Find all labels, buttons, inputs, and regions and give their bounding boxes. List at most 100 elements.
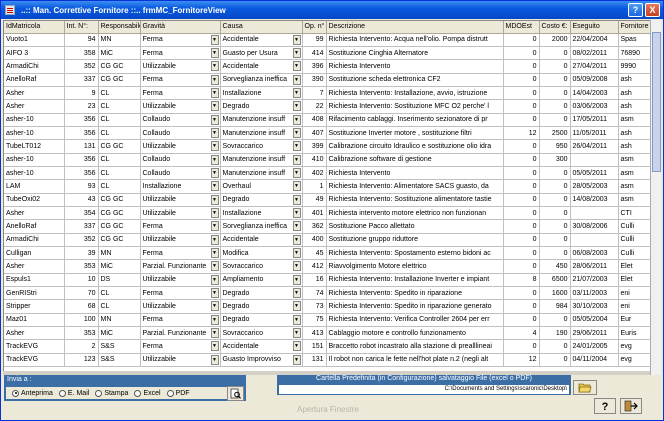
table-row[interactable]: ArmadiChi 352 CG GC Utilizzabile ▼ Accidental… xyxy=(4,59,652,74)
table-cell[interactable]: 0 xyxy=(503,233,540,248)
table-cell[interactable]: 337 xyxy=(64,219,99,234)
dropdown-arrow-icon[interactable]: ▼ xyxy=(210,261,219,272)
table-cell[interactable]: 0 xyxy=(503,299,540,314)
table-cell[interactable]: Calibrazione software di gestione xyxy=(326,153,504,167)
table-cell[interactable]: 1600 xyxy=(539,286,571,301)
table-cell[interactable]: Sostituzione gruppo riduttore xyxy=(326,233,504,248)
table-cell[interactable]: Richiesta Intervento: Sostituzione alime… xyxy=(326,193,504,207)
dropdown-arrow-icon[interactable]: ▼ xyxy=(292,207,301,218)
table-cell[interactable]: asm xyxy=(618,113,652,127)
dropdown-arrow-icon[interactable]: ▼ xyxy=(292,301,301,312)
dropdown-arrow-icon[interactable]: ▼ xyxy=(292,288,301,299)
table-cell[interactable]: 352 xyxy=(64,59,99,74)
table-cell[interactable]: Vuoto1 xyxy=(4,33,65,47)
table-cell[interactable]: Espuls1 xyxy=(4,273,65,288)
table-row[interactable]: TubeLT012 131 CG GC Utilizzabile ▼ Sovraccari… xyxy=(4,139,652,154)
table-cell[interactable]: Rifacimento cablaggi. Inserimento sezion… xyxy=(326,113,504,127)
table-cell[interactable]: 0 xyxy=(503,259,540,274)
radio-icon[interactable] xyxy=(134,389,142,397)
table-cell[interactable]: 0 xyxy=(503,206,540,221)
table-row[interactable]: asher-10 356 CL Collaudo ▼ Manutenzione insuf… xyxy=(4,153,652,167)
table-cell[interactable]: asm xyxy=(618,193,652,207)
table-cell[interactable]: Culli xyxy=(618,246,652,261)
table-cell[interactable]: 0 xyxy=(503,286,540,301)
dropdown-arrow-icon[interactable]: ▼ xyxy=(210,314,219,325)
dropdown-arrow-icon[interactable]: ▼ xyxy=(210,114,219,125)
column-header[interactable]: Eseguito xyxy=(570,21,619,34)
table-cell[interactable]: 28/05/2003 xyxy=(570,179,619,194)
table-cell[interactable]: 0 xyxy=(539,179,571,194)
table-cell[interactable]: 413 xyxy=(302,326,327,341)
table-cell[interactable]: Installazione ▼ xyxy=(220,86,303,101)
table-cell[interactable]: 0 xyxy=(503,193,540,207)
table-cell[interactable]: 0 xyxy=(503,219,540,234)
table-cell[interactable]: CL xyxy=(98,126,141,141)
dropdown-arrow-icon[interactable]: ▼ xyxy=(210,194,219,205)
table-cell[interactable]: 0 xyxy=(539,46,571,61)
table-cell[interactable]: Sovraccarico ▼ xyxy=(220,139,303,154)
table-cell[interactable]: 0 xyxy=(503,86,540,101)
table-cell[interactable]: 0 xyxy=(539,233,571,248)
dropdown-arrow-icon[interactable]: ▼ xyxy=(210,274,219,285)
table-cell[interactable]: CG GC xyxy=(98,206,141,221)
column-header[interactable]: Fornitore : xyxy=(618,21,652,34)
browse-folder-button[interactable] xyxy=(573,380,597,395)
table-cell[interactable]: Utilizzabile ▼ xyxy=(140,206,221,221)
table-cell[interactable]: CL xyxy=(98,179,141,194)
table-cell[interactable]: Degrado ▼ xyxy=(220,299,303,314)
table-cell[interactable]: 6500 xyxy=(539,273,571,288)
table-cell[interactable]: 0 xyxy=(503,166,540,181)
dropdown-arrow-icon[interactable]: ▼ xyxy=(292,341,301,352)
table-cell[interactable]: Degrado ▼ xyxy=(220,286,303,301)
table-cell[interactable]: 30/08/2006 xyxy=(570,219,619,234)
table-cell[interactable]: 0 xyxy=(503,113,540,127)
radio-icon[interactable] xyxy=(95,389,103,397)
table-cell[interactable]: 7 xyxy=(302,86,327,101)
table-cell[interactable]: Ferma ▼ xyxy=(140,73,221,87)
table-cell[interactable]: Ferma ▼ xyxy=(140,313,221,328)
dropdown-arrow-icon[interactable]: ▼ xyxy=(210,354,219,365)
table-cell[interactable]: Sorveglianza ineffica ▼ xyxy=(220,219,303,234)
table-cell[interactable]: 402 xyxy=(302,166,327,181)
table-cell[interactable]: ash xyxy=(618,86,652,101)
table-row[interactable]: AIFO 3 358 MiC Ferma ▼ Guasto per Usura ▼ 414 So… xyxy=(4,46,652,61)
close-button[interactable]: X xyxy=(645,3,660,17)
dropdown-arrow-icon[interactable]: ▼ xyxy=(292,194,301,205)
dropdown-arrow-icon[interactable]: ▼ xyxy=(292,248,301,258)
table-cell[interactable]: TubeOxi02 xyxy=(4,193,65,207)
table-cell[interactable]: 0 xyxy=(503,59,540,74)
table-cell[interactable]: 399 xyxy=(302,139,327,154)
table-cell[interactable]: 0 xyxy=(503,246,540,261)
table-cell[interactable]: CL xyxy=(98,86,141,101)
table-cell[interactable]: 43 xyxy=(64,193,99,207)
table-cell[interactable]: Culli xyxy=(618,233,652,248)
column-header[interactable]: Causa xyxy=(220,21,303,34)
table-cell[interactable]: Installazione ▼ xyxy=(140,179,221,194)
table-cell[interactable]: Accidentale ▼ xyxy=(220,33,303,47)
dropdown-arrow-icon[interactable]: ▼ xyxy=(210,87,219,98)
column-header[interactable]: Costo €: xyxy=(539,21,571,34)
table-row[interactable]: Asher 353 MiC Parzial. Funzionante ▼ Sovracca… xyxy=(4,326,652,341)
dropdown-arrow-icon[interactable]: ▼ xyxy=(292,221,301,232)
table-cell[interactable]: 984 xyxy=(539,299,571,314)
table-cell[interactable]: 0 xyxy=(539,113,571,127)
table-cell[interactable]: Ferma ▼ xyxy=(140,246,221,261)
table-cell[interactable]: 352 xyxy=(64,233,99,248)
column-header[interactable]: MDOEst xyxy=(503,21,540,34)
table-row[interactable]: LAM 93 CL Installazione ▼ Overhaul ▼ 1 Richiesta… xyxy=(4,179,652,194)
table-cell[interactable]: Richiesta Intervento: Sostituzione MFC O… xyxy=(326,99,504,114)
dropdown-arrow-icon[interactable]: ▼ xyxy=(292,328,301,339)
table-cell[interactable]: 8 xyxy=(503,273,540,288)
table-cell[interactable]: CTI xyxy=(618,206,652,221)
dropdown-arrow-icon[interactable]: ▼ xyxy=(210,248,219,258)
table-cell[interactable]: Ferma ▼ xyxy=(140,339,221,354)
table-cell[interactable]: asm xyxy=(618,179,652,194)
table-cell[interactable]: 0 xyxy=(539,353,571,368)
dropdown-arrow-icon[interactable]: ▼ xyxy=(210,74,219,85)
table-cell[interactable]: Sovraccarico ▼ xyxy=(220,259,303,274)
table-row[interactable]: asher-10 356 CL Collaudo ▼ Manutenzione insuf… xyxy=(4,113,652,127)
table-cell[interactable]: Richiesta intervento motore elettrico no… xyxy=(326,206,504,221)
dropdown-arrow-icon[interactable]: ▼ xyxy=(210,207,219,218)
table-cell[interactable]: Accidentale ▼ xyxy=(220,233,303,248)
table-row[interactable]: GenRIStri 70 CL Ferma ▼ Degrado ▼ 74 Richiesta I… xyxy=(4,286,652,301)
